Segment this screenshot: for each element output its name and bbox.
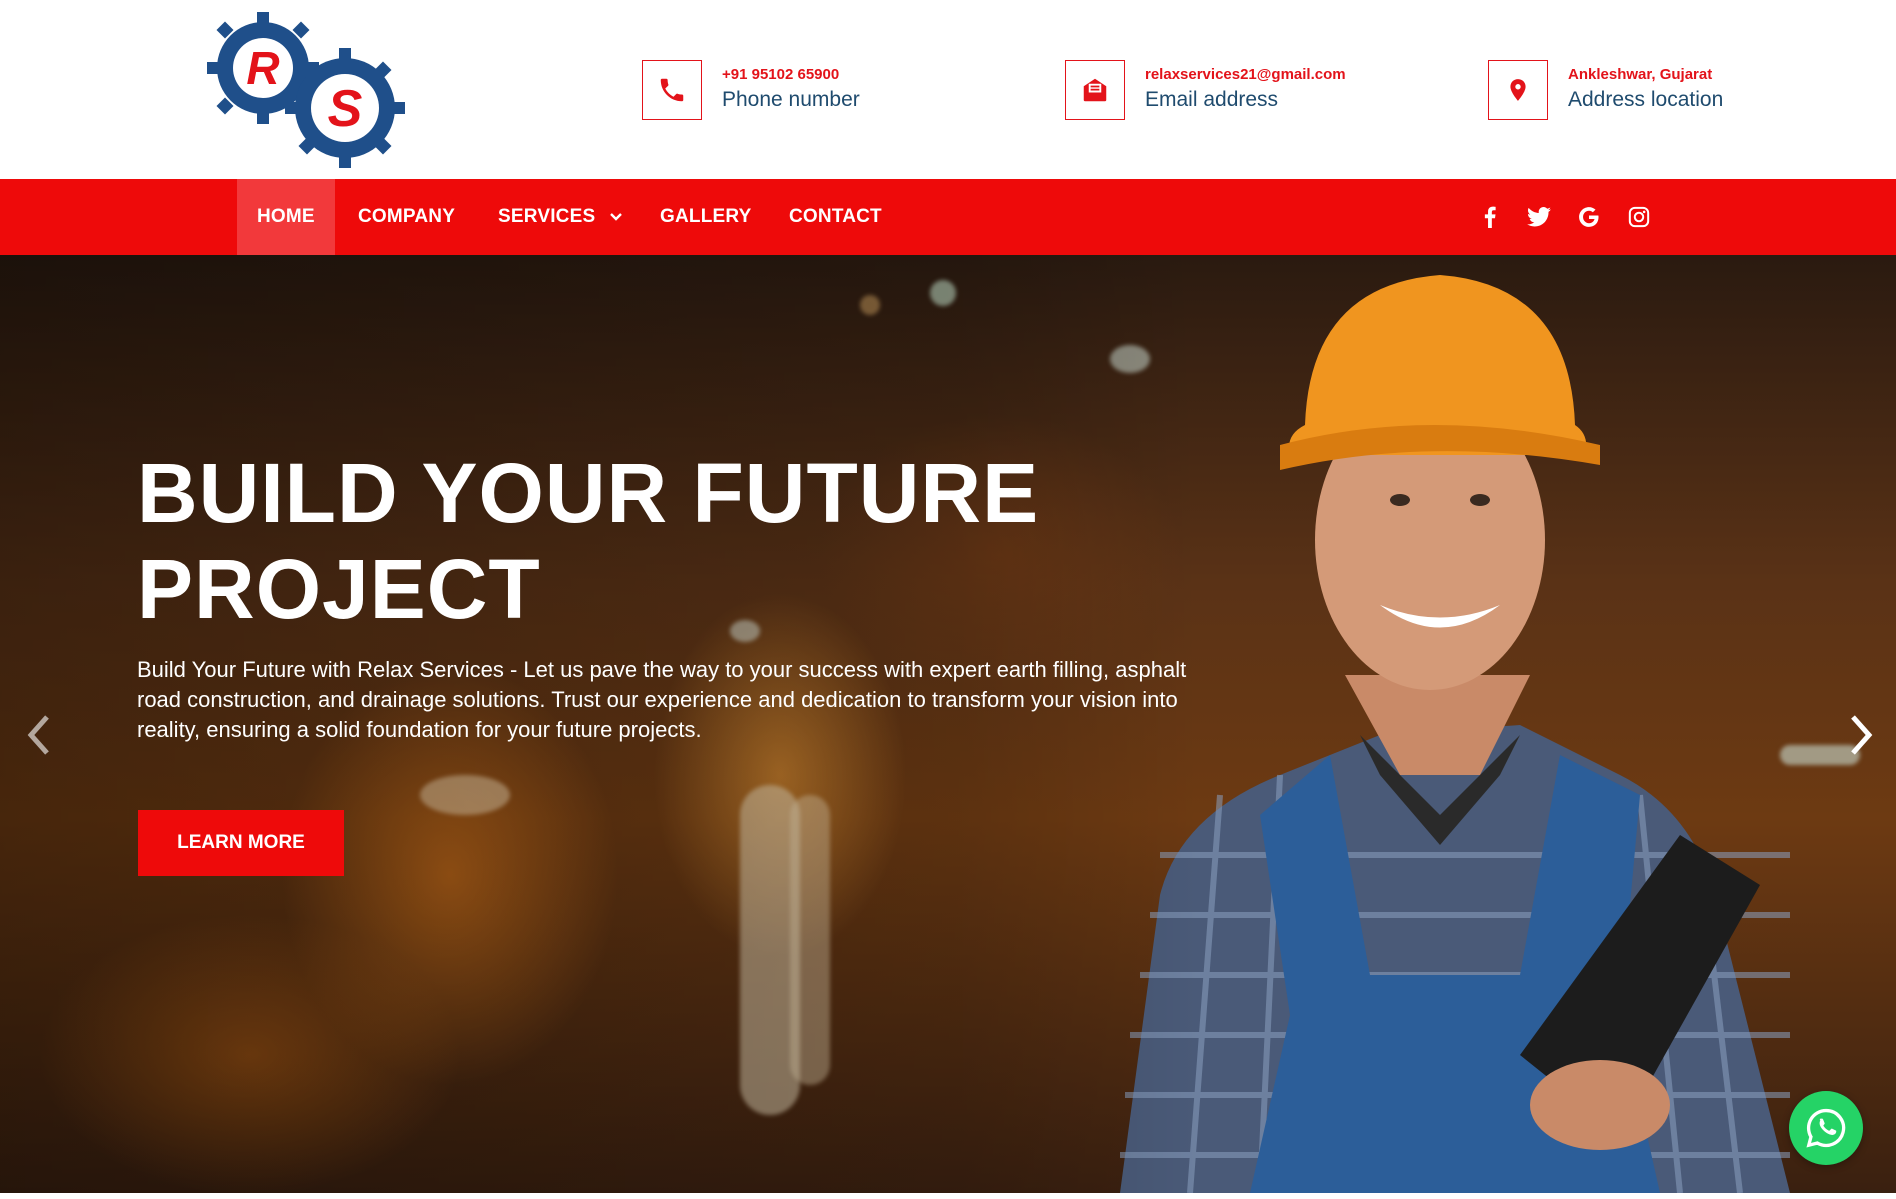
nav-item-home[interactable]: HOME bbox=[237, 179, 335, 255]
svg-text:S: S bbox=[328, 80, 363, 138]
worker-image bbox=[1120, 275, 1790, 1193]
phone-contact[interactable]: +91 95102 65900 Phone number bbox=[642, 58, 860, 122]
learn-more-button[interactable]: LEARN MORE bbox=[138, 810, 344, 876]
address-contact[interactable]: Ankleshwar, Gujarat Address location bbox=[1488, 58, 1723, 122]
main-nav: HOME COMPANY SERVICES GALLERY CONTACT bbox=[0, 179, 1896, 255]
whatsapp-icon bbox=[1806, 1108, 1846, 1148]
chevron-right-icon bbox=[1851, 715, 1873, 755]
facebook-icon[interactable] bbox=[1476, 203, 1504, 231]
hero-slider: BUILD YOUR FUTURE PROJECT Build Your Fut… bbox=[0, 255, 1896, 1193]
chevron-down-icon bbox=[609, 213, 622, 221]
nav-item-gallery[interactable]: GALLERY bbox=[660, 179, 751, 255]
whatsapp-chat-button[interactable] bbox=[1789, 1091, 1863, 1165]
phone-value: +91 95102 65900 bbox=[722, 66, 840, 83]
instagram-icon[interactable] bbox=[1625, 203, 1653, 231]
top-header: R S +91 95102 65900 Phone number relaxse… bbox=[0, 0, 1896, 179]
hero-title-line-2: PROJECT bbox=[137, 542, 541, 636]
address-value: Ankleshwar, Gujarat bbox=[1568, 66, 1713, 83]
slider-next-arrow[interactable] bbox=[1842, 705, 1882, 765]
nav-item-company[interactable]: COMPANY bbox=[358, 179, 455, 255]
company-logo[interactable]: R S bbox=[205, 10, 410, 168]
phone-label: Phone number bbox=[722, 88, 860, 111]
envelope-icon bbox=[1065, 60, 1125, 120]
nav-item-services-label: SERVICES bbox=[498, 206, 596, 227]
location-pin-icon bbox=[1488, 60, 1548, 120]
chevron-left-icon bbox=[27, 715, 49, 755]
hero-title-line-1: BUILD YOUR FUTURE bbox=[137, 446, 1040, 540]
nav-item-contact[interactable]: CONTACT bbox=[789, 179, 882, 255]
twitter-icon[interactable] bbox=[1525, 203, 1553, 231]
email-value: relaxservices21@gmail.com bbox=[1145, 66, 1346, 83]
nav-item-services[interactable]: SERVICES bbox=[498, 179, 623, 255]
google-icon[interactable] bbox=[1575, 203, 1603, 231]
hero-description: Build Your Future with Relax Services - … bbox=[137, 657, 1187, 742]
email-contact[interactable]: relaxservices21@gmail.com Email address bbox=[1065, 58, 1346, 122]
hero-title: BUILD YOUR FUTURE PROJECT bbox=[137, 445, 1237, 637]
slider-prev-arrow[interactable] bbox=[18, 705, 58, 765]
svg-text:R: R bbox=[246, 42, 279, 94]
email-label: Email address bbox=[1145, 88, 1279, 111]
phone-icon bbox=[642, 60, 702, 120]
address-label: Address location bbox=[1568, 88, 1724, 111]
